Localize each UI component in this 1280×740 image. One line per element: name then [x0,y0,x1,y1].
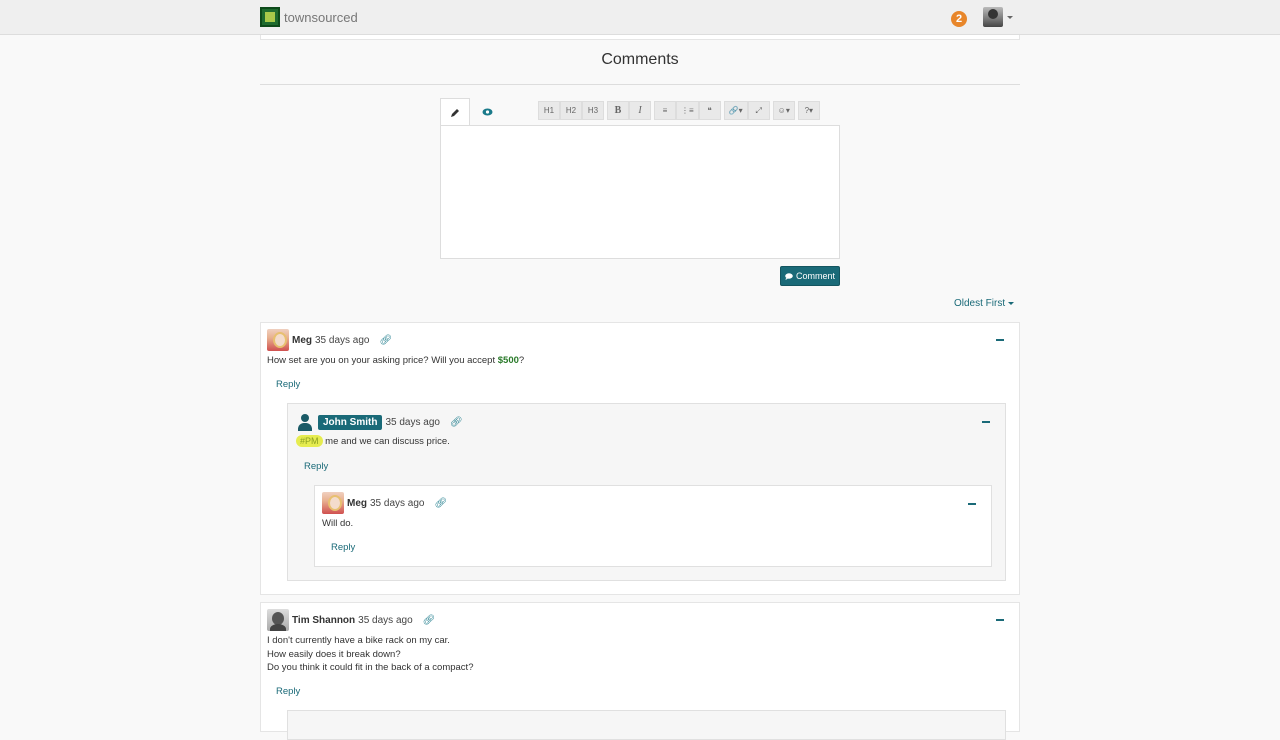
italic-button[interactable]: I [629,101,651,120]
permalink-icon[interactable]: 🔗︎ [380,335,393,346]
comment-body: How set are you on your asking price? Wi… [267,354,524,368]
tab-write[interactable] [440,98,470,126]
permalink-icon[interactable]: 🔗︎ [450,417,463,428]
permalink-icon[interactable]: 🔗︎ [423,615,436,626]
comment-button-label: Comment [795,271,835,281]
comment-text: me and we can discuss price. [322,436,450,447]
comment-time: 35 days ago [370,497,425,509]
comments-title: Comments [601,51,679,68]
comment-header: Tim Shannon 35 days ago 🔗︎ [267,609,435,631]
comment-textarea[interactable] [440,125,840,259]
avatar[interactable] [322,492,344,514]
divider [260,84,1020,85]
comment-time: 35 days ago [315,334,370,346]
comment-author[interactable]: Meg [292,335,312,346]
brand-logo-icon [260,7,280,27]
h3-button[interactable]: H3 [582,101,604,120]
comment-author[interactable]: Tim Shannon [292,615,355,626]
user-icon [297,413,313,431]
comment-author[interactable]: Meg [347,498,367,509]
eye-icon [482,108,492,116]
quote-button[interactable]: ❝ [698,101,721,120]
comment-header: John Smith 35 days ago 🔗︎ [297,413,463,431]
toolbar-group-links: 🔗▾ ⤢ [723,101,770,120]
collapse-button[interactable] [996,339,1004,341]
avatar[interactable] [267,609,289,631]
comment-time: 35 days ago [385,416,440,428]
comment-line: How easily does it break down? [267,648,401,660]
collapse-button[interactable] [982,421,990,423]
help-button[interactable]: ?▾ [797,101,820,120]
previous-panel-edge [260,35,1020,40]
user-avatar [983,7,1003,27]
comment-header: Meg 35 days ago 🔗︎ [267,329,392,351]
comment-author-owner[interactable]: John Smith [318,414,383,430]
comment-time: 35 days ago [358,614,413,626]
collapse-button[interactable] [996,619,1004,621]
user-menu[interactable] [983,7,1013,27]
comment-line: I don't currently have a bike rack on my… [267,635,450,646]
h1-button[interactable]: H1 [538,101,560,120]
reply-link[interactable]: Reply [304,461,328,472]
sort-label: Oldest First [954,298,1006,309]
bullet-list-button[interactable]: ≡ [654,101,676,120]
chevron-down-icon [1007,15,1013,19]
toolbar-group-headings: H1 H2 H3 [538,101,604,120]
reply-link[interactable]: Reply [276,379,300,390]
numbered-list-button[interactable]: ⋮≡ [676,101,699,120]
toolbar-group-lists: ≡ ⋮≡ ❝ [654,101,721,120]
emoji-button[interactable]: ☺▾ [772,101,795,120]
comment-button[interactable]: Comment [780,266,840,286]
avatar[interactable] [267,329,289,351]
comment-icon [785,272,793,280]
price-tag: $500 [497,355,519,366]
comment-text: ? [518,355,525,366]
reply-link[interactable]: Reply [331,542,355,553]
editor-toolbar: H1 H2 H3 B I ≡ ⋮≡ ❝ 🔗▾ ⤢ ☺▾ ?▾ [538,101,820,120]
navbar: townsourced 2 [0,0,1280,35]
pencil-icon [451,108,459,117]
unlink-button[interactable]: ⤢ [747,101,770,120]
collapse-button[interactable] [968,503,976,505]
toolbar-group-format: B I [607,101,651,120]
comment-body: #PM me and we can discuss price. [296,435,450,449]
brand-name: townsourced [284,9,358,25]
hashtag-pm[interactable]: #PM [296,435,323,447]
notification-badge[interactable]: 2 [951,11,967,27]
tab-preview[interactable] [472,98,502,126]
bold-button[interactable]: B [607,101,629,120]
comment-header: Meg 35 days ago 🔗︎ [322,492,447,514]
comment-body: Will do. [322,518,354,529]
h2-button[interactable]: H2 [560,101,582,120]
toolbar-group-help: ?▾ [797,101,820,120]
comment-body: I don't currently have a bike rack on my… [267,634,473,675]
sort-dropdown[interactable]: Oldest First [954,298,1015,309]
reply-link[interactable]: Reply [276,686,300,697]
chevron-down-icon [1008,302,1015,305]
comment-text: How set are you on your asking price? Wi… [267,355,498,366]
brand-link[interactable]: townsourced [260,7,358,27]
link-button[interactable]: 🔗▾ [723,101,748,120]
comment-thread-nested [287,710,1006,740]
comment-line: Do you think it could fit in the back of… [267,662,474,673]
toolbar-group-emoji: ☺▾ [772,101,795,120]
permalink-icon[interactable]: 🔗︎ [435,498,448,509]
